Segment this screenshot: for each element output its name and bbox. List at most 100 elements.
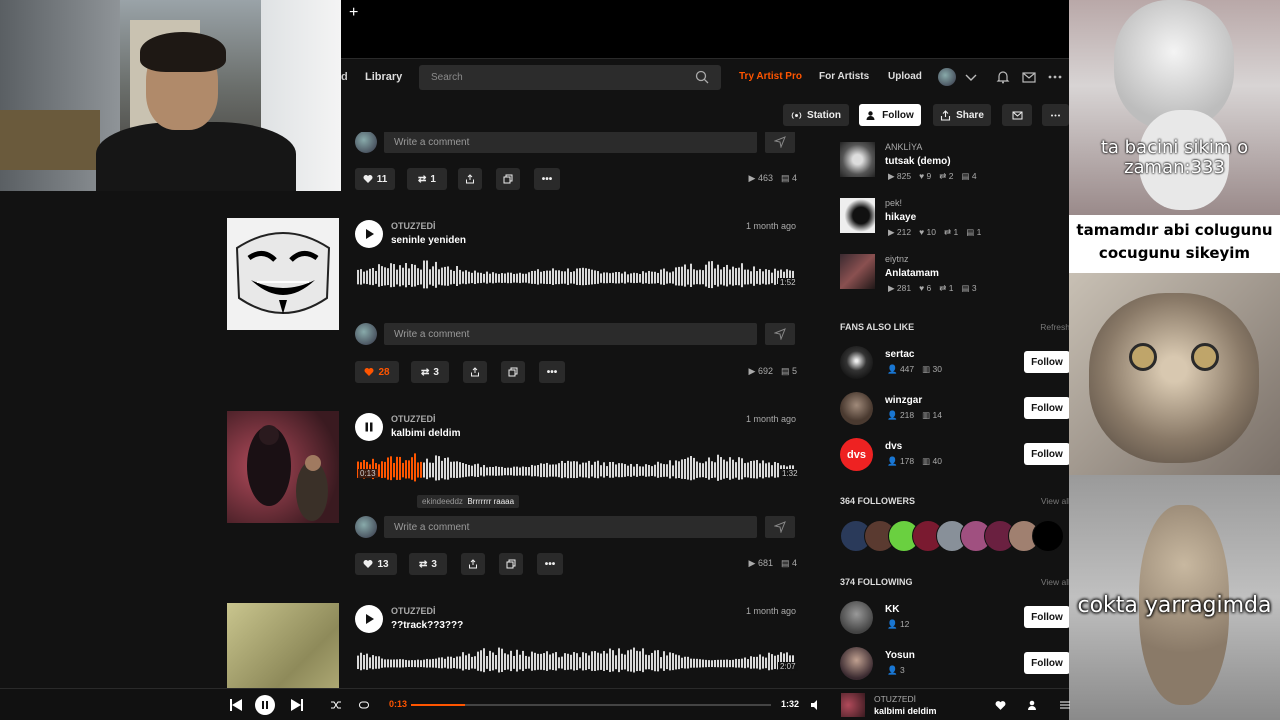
next-button[interactable]: [287, 695, 307, 715]
track-artist[interactable]: OTUZ7EDİ: [391, 414, 436, 424]
follow-button[interactable]: Follow: [859, 104, 921, 126]
track-artwork[interactable]: [227, 603, 339, 688]
waveform[interactable]: [357, 639, 797, 679]
related-track[interactable]: pek! hikaye ▶ 212 ♥ 10 ⇄ 1 ▤ 1: [840, 198, 1072, 248]
share-button[interactable]: [463, 361, 487, 383]
user-name[interactable]: sertac: [885, 349, 914, 360]
avatar[interactable]: [1032, 520, 1064, 552]
comment-input[interactable]: [384, 323, 757, 345]
now-playing-artist[interactable]: OTUZ7EDİ: [874, 694, 916, 704]
queue-button[interactable]: [1055, 695, 1075, 715]
like-button[interactable]: [990, 695, 1010, 715]
shuffle-button[interactable]: [326, 695, 346, 715]
follow-button[interactable]: Follow: [1024, 606, 1070, 628]
copy-link-button[interactable]: [501, 361, 525, 383]
play-button[interactable]: [355, 220, 383, 248]
follow-button[interactable]: Follow: [1024, 443, 1070, 465]
followers-heading[interactable]: 364 FOLLOWERS: [840, 496, 915, 506]
repost-button[interactable]: ⇄ 3: [409, 553, 447, 575]
more-button[interactable]: [1042, 104, 1069, 126]
following-heading[interactable]: 374 FOLLOWING: [840, 577, 913, 587]
waveform[interactable]: [357, 447, 797, 487]
user-avatar[interactable]: [938, 68, 956, 86]
waveform[interactable]: [357, 254, 797, 294]
follow-button[interactable]: Follow: [1024, 397, 1070, 419]
follow-button[interactable]: Follow: [1024, 351, 1070, 373]
upload-link[interactable]: Upload: [888, 71, 922, 82]
repost-button[interactable]: ⇄ 3: [411, 361, 449, 383]
for-artists-link[interactable]: For Artists: [819, 71, 869, 82]
waveform-bar: [429, 659, 431, 668]
related-track[interactable]: ANKLİYA tutsak (demo) ▶ 825 ♥ 9 ⇄ 2 ▤ 4: [840, 142, 1072, 192]
comment-input[interactable]: [384, 132, 757, 153]
track-artwork[interactable]: [227, 411, 339, 523]
related-track-title[interactable]: hikaye: [885, 212, 916, 223]
more-button[interactable]: •••: [539, 361, 565, 383]
nav-item-truncated[interactable]: d: [341, 71, 348, 83]
now-playing-artwork[interactable]: [841, 693, 865, 717]
share-button[interactable]: [458, 168, 482, 190]
track-title[interactable]: seninle yeniden: [391, 235, 466, 246]
comment-input[interactable]: [384, 516, 757, 538]
mail-icon[interactable]: [1021, 69, 1037, 85]
search-icon[interactable]: [695, 70, 709, 84]
track-title[interactable]: ??track??3???: [391, 620, 463, 631]
volume-button[interactable]: [806, 695, 826, 715]
follow-artist-button[interactable]: [1023, 695, 1043, 715]
send-comment-button[interactable]: [765, 323, 795, 345]
track-artist[interactable]: OTUZ7EDİ: [391, 221, 436, 231]
related-track-artist[interactable]: eiytnz: [885, 254, 909, 264]
try-artist-pro-link[interactable]: Try Artist Pro: [739, 71, 802, 82]
track-artist[interactable]: OTUZ7EDİ: [391, 606, 436, 616]
search-input[interactable]: [419, 65, 689, 90]
avatar[interactable]: [840, 601, 873, 634]
avatar[interactable]: [840, 647, 873, 680]
repost-button[interactable]: ⇄ 1: [407, 168, 447, 190]
more-button[interactable]: •••: [534, 168, 560, 190]
repeat-button[interactable]: [354, 695, 374, 715]
copy-link-button[interactable]: [496, 168, 520, 190]
track-artwork[interactable]: [227, 218, 339, 330]
follow-button[interactable]: Follow: [1024, 652, 1070, 674]
user-name[interactable]: KK: [885, 604, 899, 615]
copy-link-button[interactable]: [499, 553, 523, 575]
station-button[interactable]: Station: [783, 104, 849, 126]
like-button[interactable]: 28: [355, 361, 399, 383]
related-track-artist[interactable]: pek!: [885, 198, 902, 208]
share-button[interactable]: Share: [933, 104, 991, 126]
avatar[interactable]: dvs: [840, 438, 873, 471]
send-comment-button[interactable]: [765, 516, 795, 538]
waveform-bar: [546, 462, 548, 478]
progress-bar[interactable]: [411, 704, 771, 706]
following-view-all-link[interactable]: View all: [1041, 577, 1070, 587]
like-button[interactable]: 13: [355, 553, 397, 575]
user-name[interactable]: dvs: [885, 441, 902, 452]
share-button[interactable]: [461, 553, 485, 575]
more-options-icon[interactable]: [1047, 69, 1063, 85]
refresh-link[interactable]: Refresh: [1040, 322, 1070, 332]
related-track[interactable]: eiytnz Anlatamam ▶ 281 ♥ 6 ⇄ 1 ▤ 3: [840, 254, 1072, 304]
nav-library-link[interactable]: Library: [365, 71, 402, 83]
more-button[interactable]: •••: [537, 553, 563, 575]
timed-comment[interactable]: ekindeeddz Brrrrrrr raaaa: [417, 495, 520, 508]
avatar[interactable]: [840, 392, 873, 425]
bell-icon[interactable]: [995, 69, 1011, 85]
user-name[interactable]: Yosun: [885, 650, 915, 661]
now-playing-title[interactable]: kalbimi deldim: [874, 706, 937, 716]
like-button[interactable]: 11: [355, 168, 395, 190]
user-name[interactable]: winzgar: [885, 395, 922, 406]
chevron-down-icon[interactable]: [963, 69, 979, 85]
previous-button[interactable]: [226, 695, 246, 715]
message-button[interactable]: [1002, 104, 1032, 126]
avatar[interactable]: [840, 346, 873, 379]
new-tab-button[interactable]: +: [349, 4, 358, 22]
pause-button[interactable]: [355, 413, 383, 441]
track-title[interactable]: kalbimi deldim: [391, 428, 460, 439]
followers-view-all-link[interactable]: View all: [1041, 496, 1070, 506]
send-comment-button[interactable]: [765, 132, 795, 153]
related-track-title[interactable]: tutsak (demo): [885, 156, 951, 167]
related-track-artist[interactable]: ANKLİYA: [885, 142, 922, 152]
related-track-title[interactable]: Anlatamam: [885, 268, 939, 279]
play-button[interactable]: [355, 605, 383, 633]
pause-button[interactable]: [255, 695, 275, 715]
